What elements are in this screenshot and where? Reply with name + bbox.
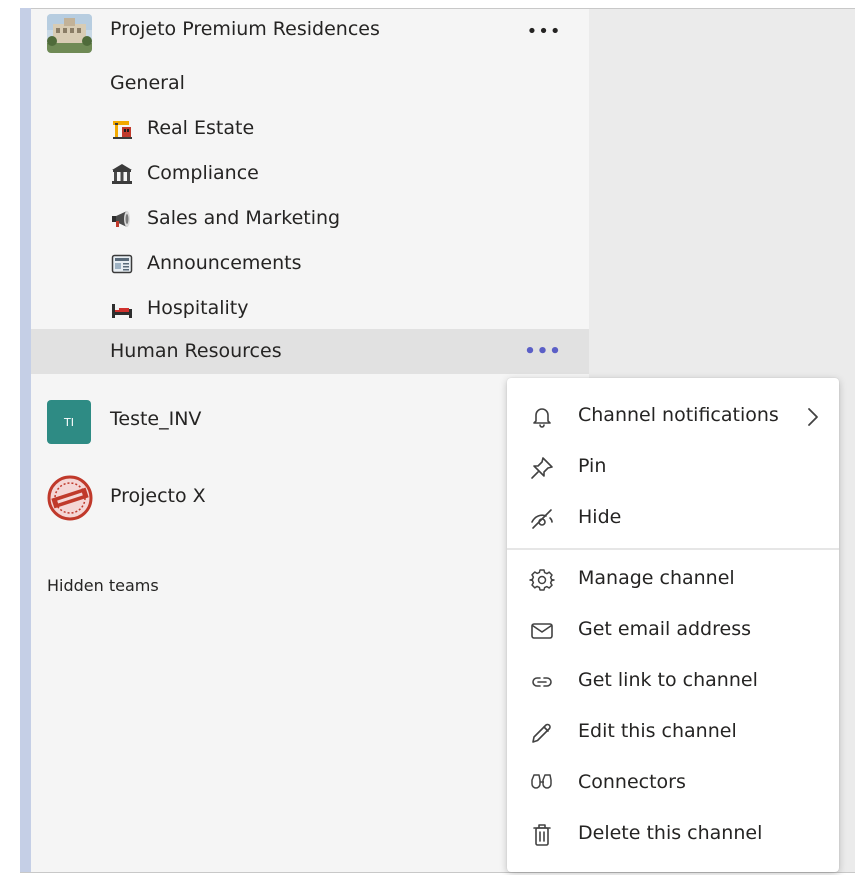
menu-item-channel-notifications[interactable]: Channel notifications xyxy=(507,392,839,440)
team-label: Teste_INV xyxy=(110,408,202,430)
menu-item-pin[interactable]: Pin xyxy=(507,443,839,491)
channel-label: Sales and Marketing xyxy=(147,207,341,229)
team-row-projecto-x[interactable]: Projecto X xyxy=(31,467,589,527)
hidden-teams-header[interactable]: Hidden teams xyxy=(47,576,159,595)
channel-real-estate[interactable]: Real Estate xyxy=(31,106,589,151)
bell-icon xyxy=(529,404,555,430)
menu-item-get-email-address[interactable]: Get email address xyxy=(507,606,839,654)
team-more-options-button[interactable]: ••• xyxy=(527,16,561,46)
channel-label: Real Estate xyxy=(147,117,255,139)
menu-item-delete-this-channel[interactable]: Delete this channel xyxy=(507,810,839,858)
channel-label: Announcements xyxy=(147,252,302,274)
construction-crane-icon xyxy=(111,118,133,140)
team-label: Projecto X xyxy=(110,485,206,507)
newspaper-icon xyxy=(111,253,133,275)
menu-item-label: Get link to channel xyxy=(578,669,758,691)
red-stamp-logo-icon xyxy=(47,475,93,521)
menu-item-label: Channel notifications xyxy=(578,404,779,426)
team-name[interactable]: Projeto Premium Residences xyxy=(110,18,380,40)
menu-item-label: Edit this channel xyxy=(578,720,737,742)
trash-icon xyxy=(529,822,555,848)
bed-icon xyxy=(111,298,133,320)
channel-label: Compliance xyxy=(147,162,259,184)
channel-context-menu: Channel notifications Pin Hide Manage ch… xyxy=(507,378,839,872)
megaphone-icon xyxy=(111,208,133,230)
menu-item-label: Hide xyxy=(578,506,622,528)
channel-sales-and-marketing[interactable]: Sales and Marketing xyxy=(31,196,589,241)
team-avatar: TI xyxy=(47,400,91,444)
app-bar-edge xyxy=(20,8,31,873)
connectors-icon xyxy=(529,771,555,797)
envelope-icon xyxy=(529,618,555,644)
frame-bottom-border xyxy=(20,872,855,873)
channel-general[interactable]: General xyxy=(31,61,589,106)
team-row-teste-inv[interactable]: TI Teste_INV xyxy=(31,390,589,450)
channel-label: Human Resources xyxy=(110,340,282,362)
menu-item-edit-this-channel[interactable]: Edit this channel xyxy=(507,708,839,756)
menu-item-label: Connectors xyxy=(578,771,686,793)
link-icon xyxy=(529,669,555,695)
channel-hospitality[interactable]: Hospitality xyxy=(31,286,589,331)
menu-item-label: Delete this channel xyxy=(578,822,763,844)
menu-divider xyxy=(507,548,839,550)
channel-human-resources[interactable]: Human Resources ••• xyxy=(31,329,589,374)
menu-item-label: Get email address xyxy=(578,618,751,640)
channel-more-options-button[interactable]: ••• xyxy=(524,337,561,365)
channel-compliance[interactable]: Compliance xyxy=(31,151,589,196)
menu-item-get-link-to-channel[interactable]: Get link to channel xyxy=(507,657,839,705)
menu-item-label: Pin xyxy=(578,455,607,477)
menu-item-label: Manage channel xyxy=(578,567,735,589)
channel-label: Hospitality xyxy=(147,297,249,319)
menu-item-hide[interactable]: Hide xyxy=(507,494,839,542)
gear-icon xyxy=(529,567,555,593)
pencil-icon xyxy=(529,720,555,746)
menu-item-manage-channel[interactable]: Manage channel xyxy=(507,555,839,603)
menu-item-connectors[interactable]: Connectors xyxy=(507,759,839,807)
chevron-right-icon xyxy=(803,404,823,430)
channel-label: General xyxy=(110,72,185,94)
channel-announcements[interactable]: Announcements xyxy=(31,241,589,286)
pin-icon xyxy=(529,455,555,481)
team-avatar[interactable] xyxy=(47,14,92,53)
classical-building-icon xyxy=(111,163,133,185)
eye-off-icon xyxy=(529,506,555,532)
